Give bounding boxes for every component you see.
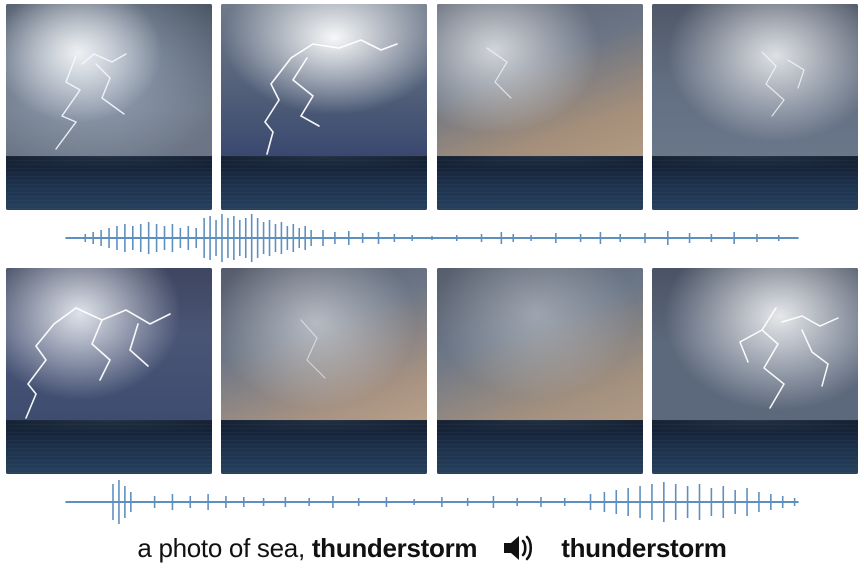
audio-waveform xyxy=(6,476,858,528)
generated-frame xyxy=(652,268,858,474)
figure-thunderstorm-demo: a photo of sea, thunderstorm thunderstor… xyxy=(0,0,864,582)
figure-caption: a photo of sea, thunderstorm thunderstor… xyxy=(6,532,858,564)
speaker-icon xyxy=(501,532,537,564)
audio-label: thunderstorm xyxy=(561,533,726,564)
generated-frame xyxy=(6,268,212,474)
text-prompt: a photo of sea, thunderstorm xyxy=(137,533,477,564)
generated-frame xyxy=(437,4,643,210)
generated-frame xyxy=(221,268,427,474)
image-row-2 xyxy=(6,268,858,474)
audio-waveform xyxy=(6,212,858,264)
generated-frame xyxy=(437,268,643,474)
prompt-prefix: a photo of sea, xyxy=(137,533,311,563)
generated-frame xyxy=(6,4,212,210)
generated-frame xyxy=(221,4,427,210)
image-row-1 xyxy=(6,4,858,210)
prompt-bold: thunderstorm xyxy=(312,533,477,563)
generated-frame xyxy=(652,4,858,210)
